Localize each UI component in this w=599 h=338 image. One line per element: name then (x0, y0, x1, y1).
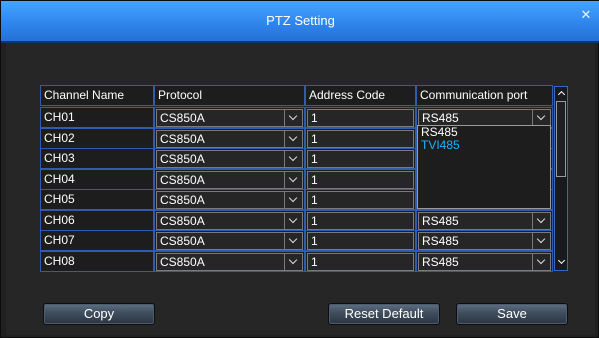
address-code-input[interactable]: 1 (307, 130, 414, 148)
protocol-value: CS850A (160, 255, 205, 269)
chevron-down-icon[interactable] (284, 213, 302, 229)
address-code-input[interactable]: 1 (307, 212, 414, 230)
table-row-channel: CH05 (40, 189, 154, 210)
chevron-down-icon[interactable] (532, 233, 550, 249)
port-option-tvi485[interactable]: TVI485 (418, 139, 550, 152)
dialog-title: PTZ Setting (266, 13, 335, 28)
reset-default-button[interactable]: Reset Default (328, 303, 440, 325)
protocol-select[interactable]: CS850A (156, 191, 303, 209)
ptz-setting-dialog: PTZ Setting ✕ Channel Name Protocol Addr… (0, 0, 599, 338)
header-communication-port: Communication port (416, 85, 553, 106)
scroll-thumb[interactable] (556, 101, 566, 177)
port-value: RS485 (422, 111, 459, 125)
protocol-value: CS850A (160, 173, 205, 187)
header-channel-name: Channel Name (40, 85, 154, 106)
table-row-channel: CH06 (40, 210, 154, 231)
copy-button[interactable]: Copy (43, 303, 155, 325)
save-button[interactable]: Save (456, 303, 568, 325)
protocol-value: CS850A (160, 152, 205, 166)
communication-port-select[interactable]: RS485 (418, 212, 551, 230)
table-row-channel: CH08 (40, 251, 154, 272)
chevron-down-icon[interactable] (284, 192, 302, 208)
scroll-down-icon[interactable] (556, 256, 566, 268)
protocol-select[interactable]: CS850A (156, 253, 303, 271)
header-protocol: Protocol (154, 85, 305, 106)
table-row-channel: CH03 (40, 148, 154, 169)
communication-port-select[interactable]: RS485 (418, 232, 551, 250)
address-code-input[interactable]: 1 (307, 232, 414, 250)
protocol-select[interactable]: CS850A (156, 150, 303, 168)
table-row-channel: CH04 (40, 169, 154, 190)
chevron-down-icon[interactable] (284, 131, 302, 147)
port-value: RS485 (422, 214, 459, 228)
close-icon[interactable]: ✕ (579, 8, 593, 22)
address-code-input[interactable]: 1 (307, 253, 414, 271)
address-code-input[interactable]: 1 (307, 191, 414, 209)
scroll-up-icon[interactable] (556, 88, 566, 99)
port-value: RS485 (422, 234, 459, 248)
protocol-select[interactable]: CS850A (156, 232, 303, 250)
chevron-down-icon[interactable] (284, 254, 302, 270)
header-address-code: Address Code (305, 85, 416, 106)
chevron-down-icon[interactable] (532, 213, 550, 229)
chevron-down-icon[interactable] (284, 110, 302, 126)
chevron-down-icon[interactable] (532, 254, 550, 270)
chevron-down-icon[interactable] (284, 151, 302, 167)
port-dropdown-list[interactable]: RS485 TVI485 (417, 125, 551, 209)
table-scrollbar[interactable] (554, 86, 568, 271)
address-code-input[interactable]: 1 (307, 150, 414, 168)
communication-port-select[interactable]: RS485 (418, 253, 551, 271)
protocol-select[interactable]: CS850A (156, 171, 303, 189)
table-row-channel: CH01 (40, 107, 154, 128)
address-code-input[interactable]: 1 (307, 109, 414, 127)
protocol-select[interactable]: CS850A (156, 109, 303, 127)
protocol-select[interactable]: CS850A (156, 212, 303, 230)
protocol-value: CS850A (160, 214, 205, 228)
chevron-down-icon[interactable] (284, 172, 302, 188)
port-value: RS485 (422, 255, 459, 269)
protocol-value: CS850A (160, 234, 205, 248)
protocol-select[interactable]: CS850A (156, 130, 303, 148)
address-code-input[interactable]: 1 (307, 171, 414, 189)
protocol-value: CS850A (160, 111, 205, 125)
chevron-down-icon[interactable] (532, 110, 550, 126)
chevron-down-icon[interactable] (284, 233, 302, 249)
protocol-value: CS850A (160, 193, 205, 207)
protocol-value: CS850A (160, 132, 205, 146)
table-row-channel: CH07 (40, 230, 154, 251)
table-row-channel: CH02 (40, 128, 154, 149)
